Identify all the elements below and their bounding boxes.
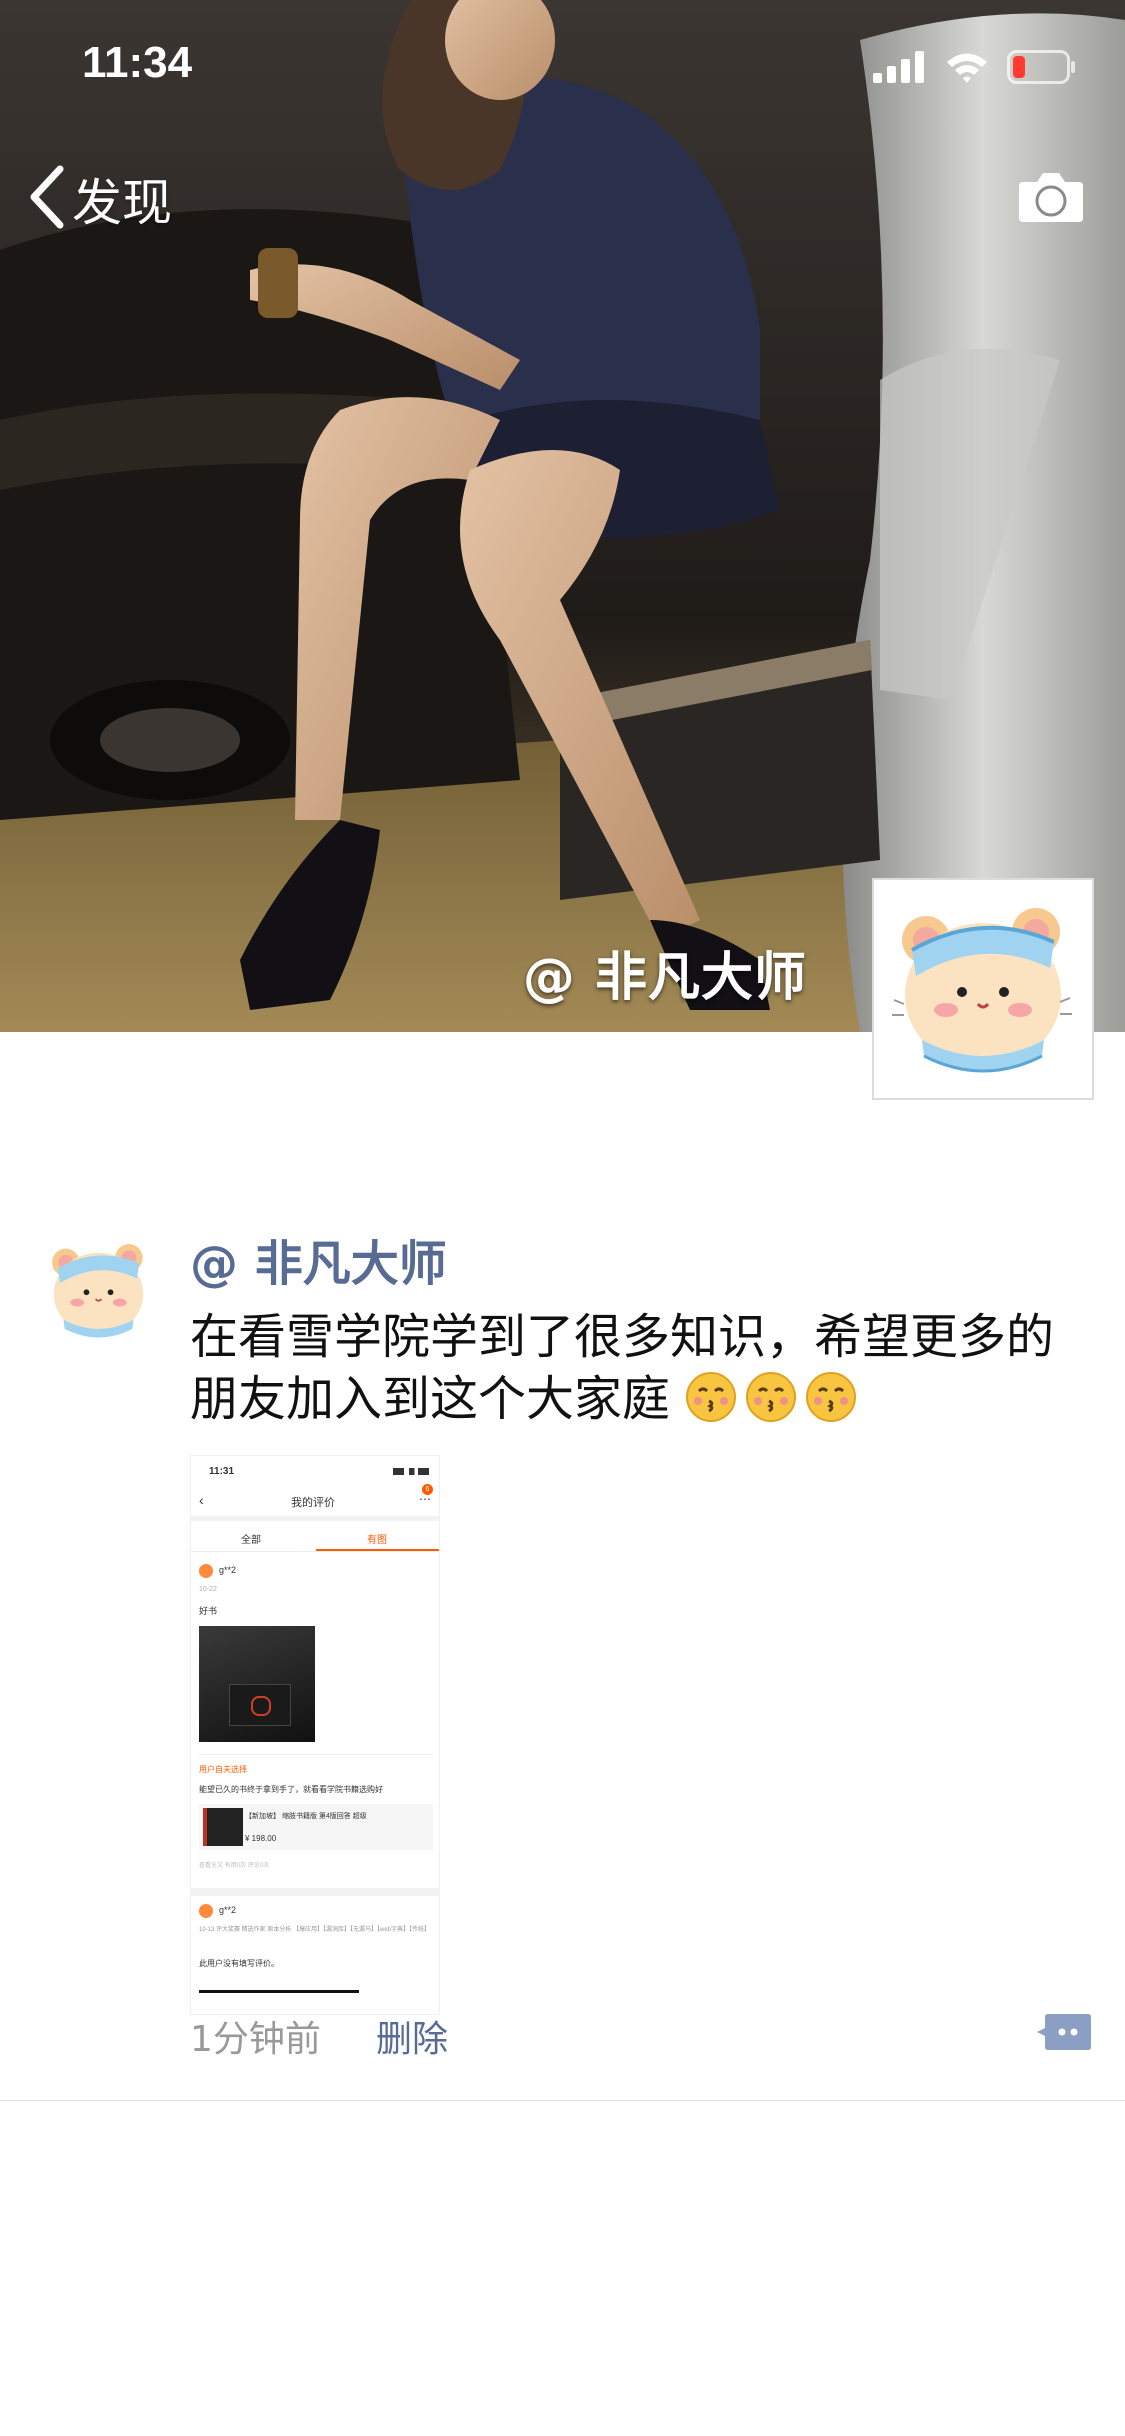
back-button[interactable]: 发现 [26, 163, 172, 235]
post-avatar[interactable] [36, 1228, 161, 1353]
wifi-icon [945, 51, 989, 87]
image-status-time: 11:31 [209, 1466, 235, 1477]
camera-button[interactable] [1017, 170, 1085, 228]
image-tab-all: 全部 [241, 1535, 261, 1546]
profile-avatar[interactable] [872, 878, 1094, 1100]
kissing-face-icon [746, 1372, 797, 1422]
comment-icon [1036, 2014, 1092, 2056]
post-divider [0, 2100, 1125, 2101]
cellular-signal-icon [873, 51, 927, 87]
status-icons [873, 50, 1077, 88]
image-meta: 查看全文 有用0次 评论0次 [199, 1863, 270, 1869]
post-footer: 1分钟前 删除 [190, 2010, 1092, 2070]
image-status-icons [393, 1468, 429, 1475]
image-tab-border [191, 1551, 439, 1552]
status-bar: 11:34 [0, 0, 1125, 132]
kissing-face-icon [806, 1372, 857, 1422]
post-time: 1分钟前 [190, 2019, 321, 2060]
moments-page: @ 非凡大师 11:34 发现 @ 非凡大师 在看雪学院学到了很多知识，希望更多… [0, 0, 1125, 2436]
delete-button[interactable]: 删除 [376, 2010, 448, 2062]
post-text: 在看雪学院学到了很多知识，希望更多的朋友加入到这个大家庭 [190, 1306, 1090, 1430]
post-image[interactable]: 11:31 ‹ 我的评价 ⋯ 6 全部 有图 g**2 10-22 好书 用户自… [190, 1455, 440, 2015]
image-meta2: 10-13 评大奖赛 精选作家 原本分析 【爆应用】【漏洞库】【无漏马】【web… [199, 1927, 431, 1933]
image-user-avatar [199, 1564, 213, 1578]
image-product-price: ¥ 198.00 [245, 1834, 277, 1843]
image-user-name: g**2 [219, 1565, 237, 1575]
image-tab-with-photo: 有图 [367, 1535, 387, 1546]
hamster-avatar-image [874, 880, 1092, 1098]
post-text-content: 在看雪学院学到了很多知识，希望更多的朋友加入到这个大家庭 [190, 1309, 1055, 1427]
hamster-avatar-image [36, 1228, 161, 1353]
camera-icon [1017, 173, 1085, 228]
image-reply: 能望已久的书终于拿到手了，就看看学院书籍选购好 [199, 1785, 383, 1794]
image-date: 10-22 [199, 1586, 217, 1593]
image-gap [191, 1888, 439, 1896]
image-product-title: 【新加坡】 缩肢书籍版 第4版回答 超级 [245, 1813, 367, 1820]
comment-button[interactable] [1036, 2012, 1092, 2052]
image-product-thumb [203, 1808, 243, 1846]
image-review-photo [199, 1626, 315, 1742]
image-section-divider [199, 1754, 433, 1755]
image-home-indicator [199, 1990, 359, 1993]
kissing-face-emoji-icons [685, 1371, 865, 1427]
image-tag: 用户自夫选择 [199, 1765, 247, 1774]
image-note: 此用户没有填写评价。 [199, 1959, 279, 1968]
chevron-left-icon [26, 165, 66, 233]
image-badge: 6 [422, 1484, 433, 1495]
status-time: 11:34 [82, 38, 193, 87]
image-title: 我的评价 [291, 1497, 335, 1509]
image-divider [191, 1516, 439, 1521]
kissing-face-icon [686, 1372, 737, 1422]
cover-username[interactable]: @ 非凡大师 [523, 935, 807, 1010]
image-back-icon: ‹ [199, 1492, 204, 1508]
image-user2-avatar [199, 1904, 213, 1918]
battery-icon [1007, 50, 1077, 88]
back-label: 发现 [72, 174, 172, 232]
image-user2-name: g**2 [219, 1905, 237, 1915]
image-review: 好书 [199, 1606, 218, 1616]
post-author[interactable]: @ 非凡大师 [190, 1224, 447, 1294]
